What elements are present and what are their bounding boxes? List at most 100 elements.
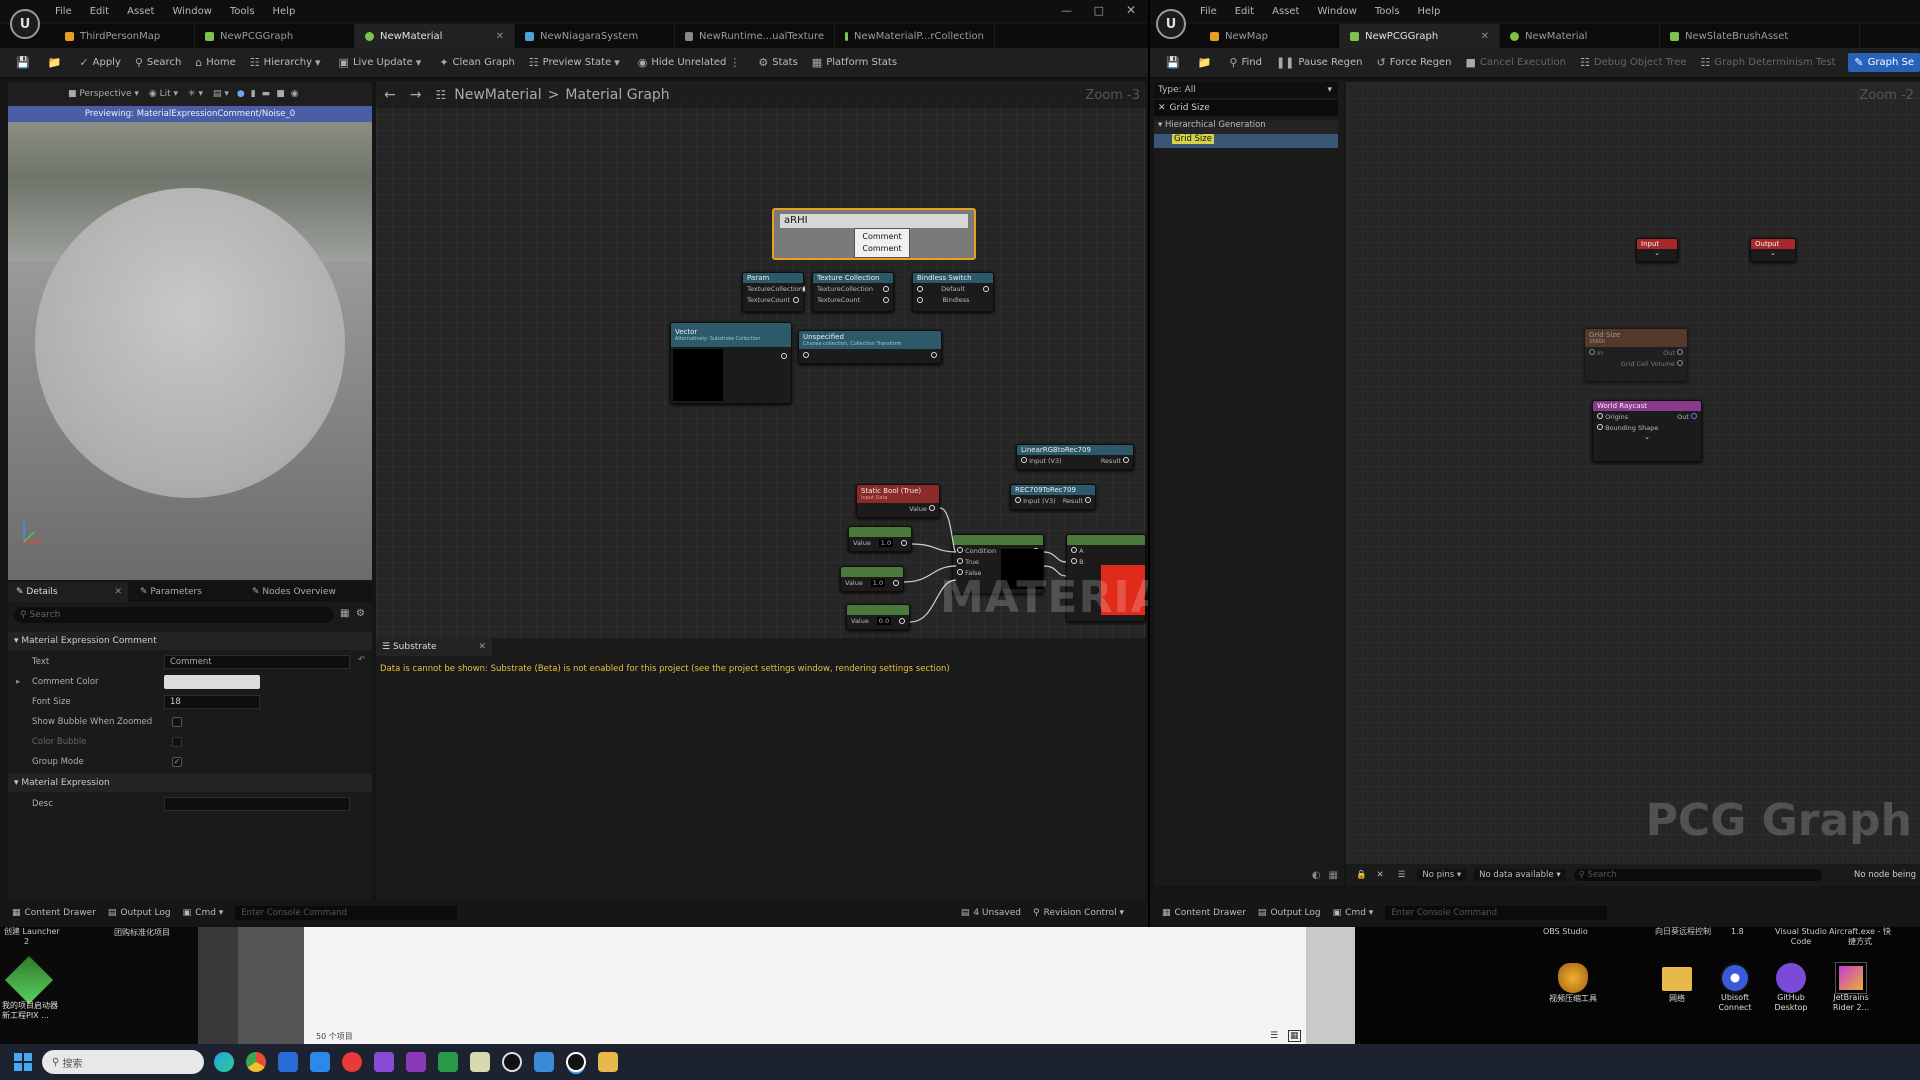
palette-search-input[interactable]: ✕ Grid Size bbox=[1154, 100, 1338, 116]
content-drawer-button[interactable]: ▦ Content Drawer bbox=[12, 908, 96, 918]
maximize-icon[interactable]: □ bbox=[1094, 4, 1104, 17]
pause-regen-button[interactable]: ❚❚ Pause Regen bbox=[1276, 56, 1363, 69]
browse-icon[interactable]: 📁 bbox=[1198, 56, 1216, 69]
attribute-search-input[interactable]: ⚲ Search bbox=[1573, 869, 1822, 881]
font-size-field[interactable]: 18 bbox=[164, 695, 260, 709]
tab-newniagarasystem[interactable]: NewNiagaraSystem bbox=[515, 24, 675, 48]
chrome-icon[interactable] bbox=[246, 1052, 266, 1072]
graph-history-icon[interactable]: ◐ bbox=[1312, 870, 1321, 881]
lit-dropdown[interactable]: ◉ Lit ▾ bbox=[149, 89, 178, 99]
save-icon[interactable]: 💾 bbox=[16, 56, 34, 69]
menu-file[interactable]: File bbox=[1200, 6, 1217, 17]
tab-close-icon[interactable]: ✕ bbox=[496, 31, 504, 42]
pins-dropdown[interactable]: No pins ▾ bbox=[1417, 869, 1467, 881]
reset-icon[interactable]: ↶ bbox=[358, 655, 365, 665]
cmd-dropdown[interactable]: ▣ Cmd ▾ bbox=[1333, 908, 1374, 918]
plane-preview-icon[interactable]: ▬ bbox=[262, 89, 271, 99]
store-icon[interactable] bbox=[278, 1052, 298, 1072]
tab-newmap[interactable]: NewMap bbox=[1200, 24, 1340, 48]
menu-window[interactable]: Window bbox=[1317, 6, 1356, 17]
desc-field[interactable] bbox=[164, 797, 350, 811]
notepad-icon[interactable] bbox=[470, 1052, 490, 1072]
cylinder-preview-icon[interactable]: ▮ bbox=[251, 89, 256, 99]
menu-edit[interactable]: Edit bbox=[1235, 6, 1254, 17]
unreal-logo-icon[interactable]: U bbox=[1156, 9, 1186, 39]
hierarchy-button[interactable]: ☷ Hierarchy ▾ bbox=[250, 56, 325, 69]
custom-mesh-icon[interactable]: ◉ bbox=[291, 89, 299, 99]
menu-asset[interactable]: Asset bbox=[1272, 6, 1299, 17]
tab-newmaterial[interactable]: NewMaterial ✕ bbox=[355, 24, 515, 48]
tab-newmaterialparametercollection[interactable]: NewMaterialP...rCollection bbox=[835, 24, 995, 48]
explorer-scroll[interactable] bbox=[1306, 927, 1355, 1044]
force-regen-button[interactable]: ↺ Force Regen bbox=[1376, 56, 1451, 69]
desktop-icon-rider[interactable]: JetBrains Rider 2... bbox=[1823, 963, 1879, 1013]
close-icon[interactable]: ✕ bbox=[1126, 3, 1136, 17]
details-view-icon[interactable]: ☰ bbox=[1270, 1031, 1278, 1041]
output-node[interactable]: Output ⌄ bbox=[1750, 238, 1796, 262]
preview-state-button[interactable]: ☷ Preview State ▾ bbox=[529, 56, 624, 69]
cube-preview-icon[interactable]: ■ bbox=[276, 89, 285, 99]
menu-edit[interactable]: Edit bbox=[90, 6, 109, 17]
save-icon[interactable]: 💾 bbox=[1166, 56, 1184, 69]
console-input[interactable]: Enter Console Command bbox=[1385, 906, 1608, 920]
palette-item-grid-size[interactable]: Grid Size bbox=[1154, 134, 1338, 148]
lock-icon[interactable]: 🔒 bbox=[1356, 870, 1367, 880]
type-filter[interactable]: Type: All ▾ bbox=[1154, 82, 1338, 98]
unreal-taskbar-icon-2[interactable] bbox=[566, 1052, 586, 1072]
menu-window[interactable]: Window bbox=[172, 6, 211, 17]
cancel-execution-button[interactable]: ■ Cancel Execution bbox=[1465, 56, 1566, 69]
excel-icon[interactable] bbox=[438, 1052, 458, 1072]
visual-studio-icon[interactable] bbox=[374, 1052, 394, 1072]
unreal-logo-icon[interactable]: U bbox=[10, 9, 40, 39]
group-mode-checkbox[interactable]: ✓ bbox=[172, 757, 182, 767]
clean-graph-button[interactable]: ✦ Clean Graph bbox=[439, 56, 514, 69]
debug-object-tree-button[interactable]: ☷ Debug Object Tree bbox=[1580, 56, 1687, 69]
desktop-icon-network[interactable]: 网络 bbox=[1657, 963, 1697, 1004]
input-node[interactable]: Input ⌄ bbox=[1636, 238, 1678, 262]
details-settings-icon[interactable]: ⚙ bbox=[356, 608, 365, 619]
color-bubble-checkbox[interactable] bbox=[172, 737, 182, 747]
section-material-expression-comment[interactable]: ▾ Material Expression Comment bbox=[8, 632, 372, 650]
content-drawer-button[interactable]: ▦ Content Drawer bbox=[1162, 908, 1246, 918]
tab-newpcggraph[interactable]: NewPCGGraph ✕ bbox=[1340, 24, 1500, 48]
graph-settings-button[interactable]: ✎ Graph Se bbox=[1848, 53, 1920, 72]
filter-icon[interactable]: ☰ bbox=[1398, 870, 1406, 880]
perspective-dropdown[interactable]: ■ Perspective ▾ bbox=[68, 89, 139, 99]
details-close-icon[interactable]: ✕ bbox=[114, 587, 122, 597]
onenote-icon[interactable] bbox=[406, 1052, 426, 1072]
console-input[interactable]: Enter Console Command bbox=[235, 906, 458, 920]
cmd-dropdown[interactable]: ▣ Cmd ▾ bbox=[183, 908, 224, 918]
hide-unrelated-button[interactable]: ◉ Hide Unrelated ⋮ bbox=[638, 56, 745, 69]
graph-options-icon[interactable]: ▦ bbox=[1329, 870, 1338, 881]
find-button[interactable]: ⚲ Find bbox=[1229, 56, 1262, 69]
show-bubble-checkbox[interactable] bbox=[172, 717, 182, 727]
search-button[interactable]: ⚲ Search bbox=[135, 56, 181, 69]
menu-tools[interactable]: Tools bbox=[230, 6, 255, 17]
output-log-button[interactable]: ▤ Output Log bbox=[108, 908, 171, 918]
pcg-graph-canvas[interactable]: Zoom -2 Input ⌄ Output ⌄ Grid Size 25600 … bbox=[1346, 82, 1920, 864]
tab-newruntimevirtualtexture[interactable]: NewRuntime...ualTexture bbox=[675, 24, 835, 48]
platform-stats-button[interactable]: ▦ Platform Stats bbox=[812, 56, 897, 69]
edge-icon[interactable] bbox=[214, 1052, 234, 1072]
menu-asset[interactable]: Asset bbox=[127, 6, 154, 17]
menu-help[interactable]: Help bbox=[273, 6, 296, 17]
tab-newmaterial[interactable]: NewMaterial bbox=[1500, 24, 1660, 48]
substrate-tab[interactable]: ☰ Substrate ✕ bbox=[376, 638, 492, 656]
tab-details[interactable]: ✎ Details ✕ bbox=[8, 582, 128, 602]
preview-mesh-icon[interactable]: ▤ ▾ bbox=[213, 89, 229, 99]
tab-nodes-overview[interactable]: ✎ Nodes Overview bbox=[248, 587, 368, 597]
details-view-options-icon[interactable]: ▦ bbox=[340, 608, 349, 619]
netease-icon[interactable] bbox=[342, 1052, 362, 1072]
substrate-close-icon[interactable]: ✕ bbox=[478, 642, 486, 652]
world-raycast-node[interactable]: World Raycast Origins Out Bounding Shape … bbox=[1592, 400, 1702, 462]
tab-newslatebrushasset[interactable]: NewSlateBrushAsset bbox=[1660, 24, 1860, 48]
desktop-icon-ubisoft[interactable]: Ubisoft Connect bbox=[1711, 963, 1759, 1013]
revision-control-button[interactable]: ⚲ Revision Control ▾ bbox=[1033, 908, 1124, 918]
tab-parameters[interactable]: ✎ Parameters bbox=[128, 587, 248, 597]
minimize-icon[interactable]: — bbox=[1061, 4, 1072, 17]
material-graph-canvas[interactable]: ← → ☷ NewMaterial > Material Graph Zoom … bbox=[376, 82, 1148, 638]
browse-icon[interactable]: 📁 bbox=[48, 56, 66, 69]
data-dropdown[interactable]: No data available ▾ bbox=[1474, 869, 1566, 881]
preview-viewport[interactable]: ■ Perspective ▾ ◉ Lit ▾ ✳ ▾ ▤ ▾ ● ▮ ▬ ■ … bbox=[8, 82, 372, 580]
live-update-button[interactable]: ▣ Live Update ▾ bbox=[339, 56, 426, 69]
